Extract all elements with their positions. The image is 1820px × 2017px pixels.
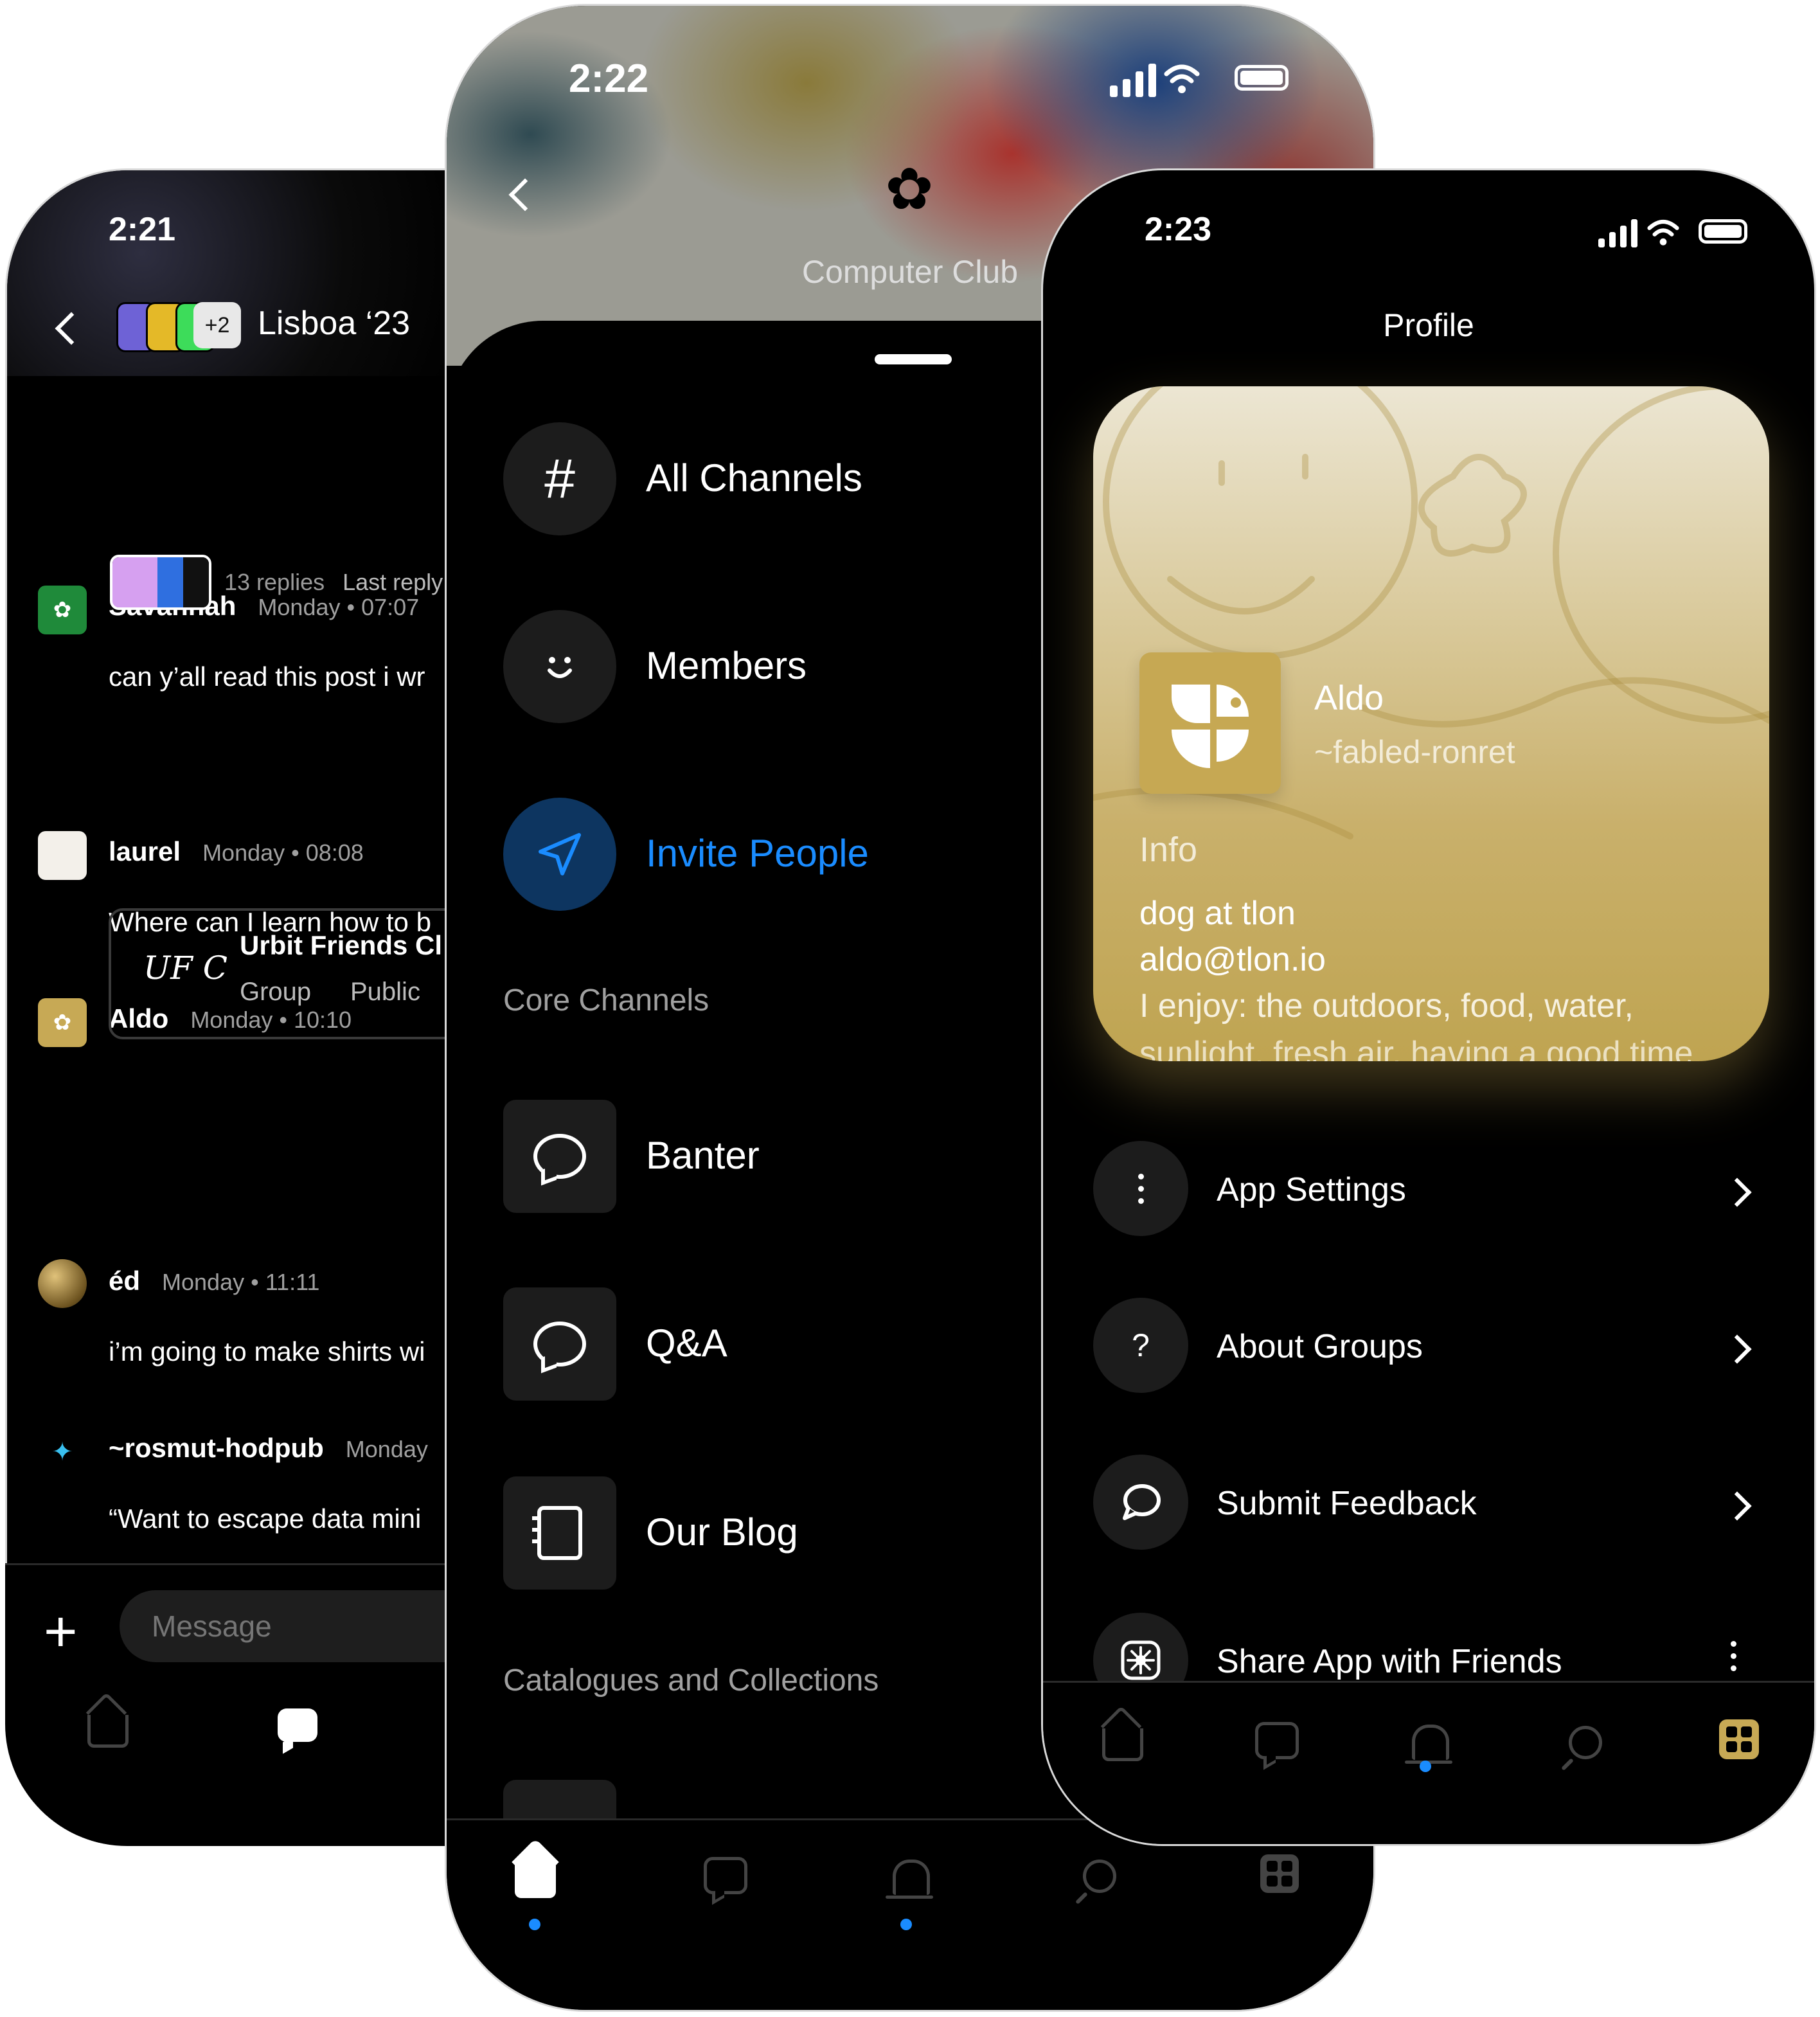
bio-line: sunlight, fresh air, having a good time — [1139, 1035, 1693, 1061]
avatar[interactable]: ✿ — [38, 998, 87, 1047]
last-reply: Last reply — [343, 569, 443, 595]
profile-grid-icon[interactable] — [1719, 1719, 1759, 1759]
send-icon[interactable] — [503, 798, 616, 911]
submit-feedback-button[interactable]: Submit Feedback — [1217, 1484, 1477, 1523]
more-options-icon[interactable] — [1731, 1641, 1736, 1671]
profile-ship: ~fabled-ronret — [1314, 734, 1515, 770]
message-text: “Want to escape data mini — [109, 1503, 422, 1534]
messages-icon[interactable] — [1255, 1722, 1299, 1759]
signal-icon — [1598, 218, 1637, 247]
thread-replies[interactable]: 13 replies Last reply — [110, 555, 443, 610]
message-time: Monday • 15:15 — [241, 1602, 403, 1628]
hash-icon[interactable]: # — [503, 422, 616, 535]
message-author[interactable]: marshall Monday • 15:15 — [109, 1599, 403, 1629]
message-time: Monday • 11:11 — [162, 1269, 320, 1295]
group-kind: Group — [240, 978, 312, 1006]
wifi-icon — [1647, 217, 1679, 249]
question-icon[interactable]: ? — [1093, 1298, 1188, 1393]
avatar[interactable] — [38, 831, 87, 880]
message-text: can y’all read this post i wr — [109, 661, 425, 692]
members-button[interactable]: Members — [646, 643, 807, 688]
member-count-badge: +2 — [193, 302, 241, 348]
bottom-nav — [447, 1820, 1373, 2010]
invite-people-button[interactable]: Invite People — [646, 831, 869, 875]
share-app-button[interactable]: Share App with Friends — [1217, 1642, 1562, 1681]
group-title: Urbit Friends Cl — [240, 930, 443, 960]
sheet-handle[interactable] — [875, 354, 952, 364]
gallery-icon[interactable] — [503, 1780, 616, 1818]
about-groups-button[interactable]: About Groups — [1217, 1327, 1423, 1366]
profile-name: Aldo — [1314, 679, 1384, 717]
bell-icon[interactable] — [886, 1860, 933, 1899]
all-channels-button[interactable]: All Channels — [646, 456, 862, 500]
unread-dot — [529, 1919, 540, 1930]
kebab-icon[interactable] — [1093, 1141, 1188, 1236]
channel-banter[interactable]: Banter — [646, 1133, 760, 1178]
channel-qa[interactable]: Q&A — [646, 1321, 727, 1365]
home-icon[interactable] — [515, 1862, 556, 1898]
unread-dot — [1420, 1761, 1431, 1772]
home-icon[interactable] — [1102, 1728, 1143, 1761]
search-icon[interactable] — [1569, 1726, 1602, 1759]
info-label: Info — [1139, 830, 1198, 869]
unread-dot — [900, 1919, 912, 1930]
wifi-icon — [1164, 61, 1200, 97]
profile-phone: 2:23 Profile Aldo ~fabled-ronret Info do… — [1041, 168, 1816, 1846]
message-text: that one is really good — [109, 1671, 373, 1701]
profile-avatar[interactable] — [1139, 652, 1281, 794]
status-time: 2:21 — [109, 211, 176, 248]
group-logo: UF C — [143, 949, 228, 987]
butterfly-icon[interactable]: ✦ — [38, 1428, 87, 1476]
profile-card[interactable]: Aldo ~fabled-ronret Info dog at tlon ald… — [1093, 386, 1769, 1061]
reply-count: 13 replies — [224, 569, 325, 595]
message-author[interactable]: ~rosmut-hodpub Monday — [109, 1433, 428, 1464]
feedback-bubble-icon[interactable] — [1093, 1455, 1188, 1550]
bell-icon[interactable] — [1405, 1725, 1452, 1764]
signal-icon — [1110, 61, 1156, 97]
message-text: i’m going to make shirts wi — [109, 1336, 425, 1367]
battery-icon — [1699, 219, 1747, 244]
app-settings-button[interactable]: App Settings — [1217, 1170, 1406, 1209]
status-time: 2:22 — [569, 57, 649, 101]
search-icon[interactable] — [1083, 1860, 1116, 1893]
section-heading: Core Channels — [503, 983, 709, 1017]
status-time: 2:23 — [1145, 211, 1212, 248]
chevron-right-icon[interactable] — [1722, 1334, 1752, 1364]
avatar[interactable] — [38, 1588, 87, 1637]
group-privacy: Public — [350, 978, 420, 1006]
chevron-right-icon[interactable] — [1722, 1178, 1752, 1207]
bio-line: aldo@tlon.io — [1139, 941, 1326, 978]
groups-grid-icon[interactable] — [1260, 1854, 1299, 1893]
avatar[interactable] — [38, 1259, 87, 1308]
group-flower-icon: ✿ — [885, 157, 934, 222]
bio-line: dog at tlon — [1139, 895, 1296, 932]
message-time: Monday — [345, 1436, 428, 1462]
channel-our-blog[interactable]: Our Blog — [646, 1510, 798, 1554]
member-avatars[interactable] — [116, 302, 215, 352]
section-heading: Catalogues and Collections — [503, 1663, 879, 1698]
messages-icon[interactable] — [704, 1857, 747, 1894]
message-time: Monday • 08:08 — [202, 839, 364, 866]
bio-line: I enjoy: the outdoors, food, water, — [1139, 987, 1634, 1025]
smile-icon[interactable] — [503, 610, 616, 723]
battery-icon — [1235, 65, 1289, 91]
message-author[interactable]: laurel Monday • 08:08 — [109, 836, 364, 867]
notebook-icon[interactable] — [503, 1476, 616, 1590]
chat-icon[interactable] — [503, 1100, 616, 1213]
reply-avatars — [110, 555, 211, 610]
chat-icon[interactable] — [503, 1287, 616, 1401]
chat-title[interactable]: Lisboa ‘23 — [258, 304, 410, 343]
page-title: Profile — [1383, 307, 1474, 343]
avatar[interactable]: ✿ — [38, 586, 87, 634]
message-author[interactable]: éd Monday • 11:11 — [109, 1266, 319, 1296]
chevron-right-icon[interactable] — [1722, 1491, 1752, 1521]
